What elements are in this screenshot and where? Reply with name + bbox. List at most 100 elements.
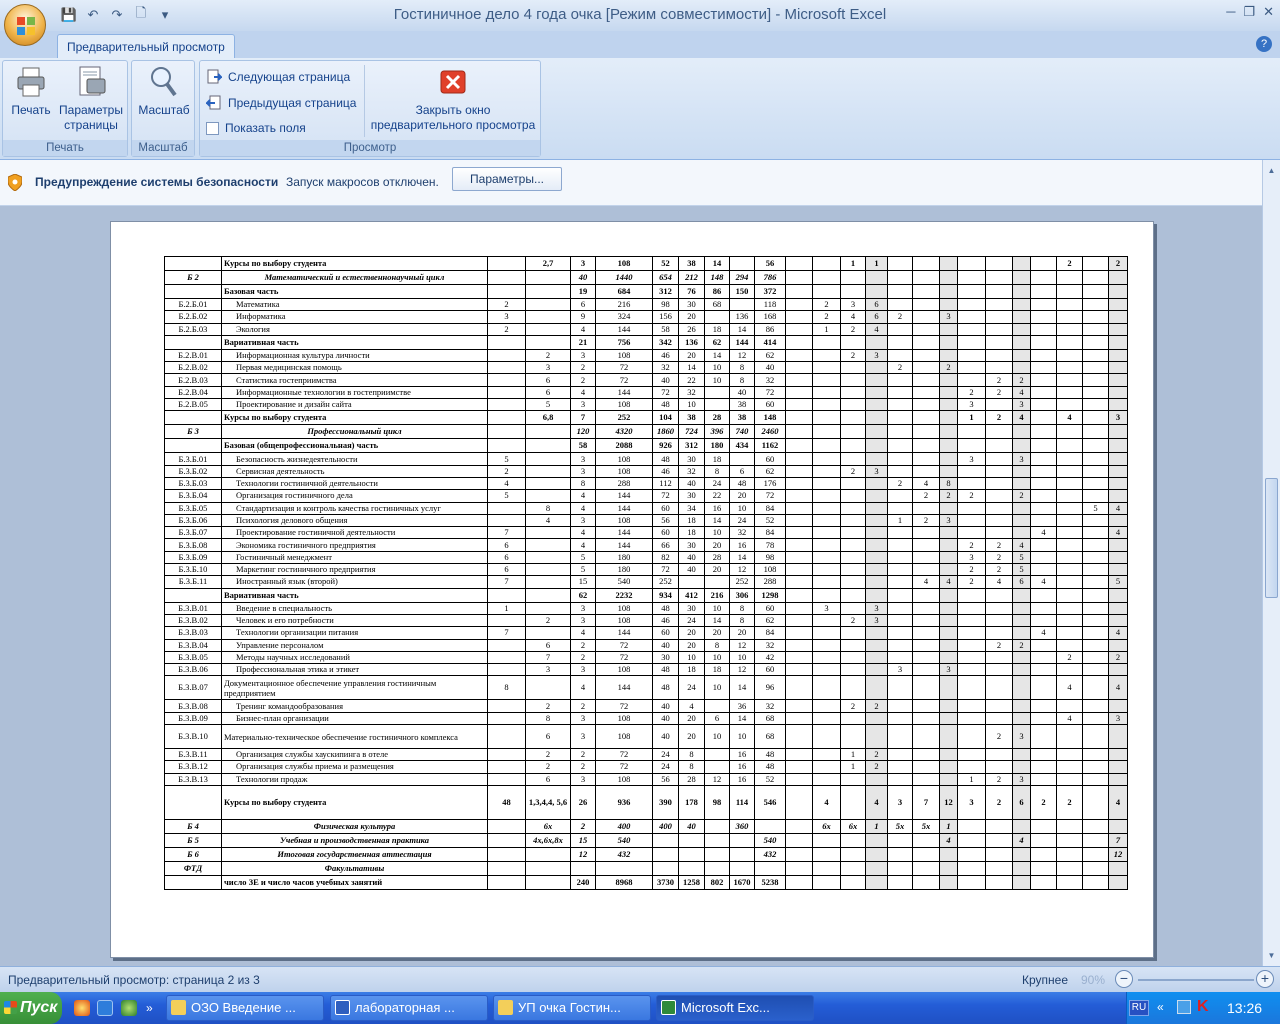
- cell-code: Б 6: [164, 846, 222, 862]
- cell-value: [1012, 601, 1031, 615]
- cell-value: 24: [652, 748, 679, 762]
- cell-value: [704, 846, 730, 862]
- cell-value: [1108, 334, 1128, 350]
- cell-value: 4: [1108, 526, 1128, 540]
- next-page-button[interactable]: Следующая страница: [206, 67, 350, 87]
- security-options-button[interactable]: Параметры...: [452, 167, 562, 191]
- cell-value: [487, 398, 526, 412]
- scroll-up-icon[interactable]: ▲: [1263, 162, 1280, 179]
- scroll-down-icon[interactable]: ▼: [1263, 947, 1280, 964]
- previous-page-button[interactable]: Предыдущая страница: [206, 93, 356, 113]
- cell-value: [812, 410, 841, 426]
- page-setup-button[interactable]: Параметры страницы: [57, 65, 125, 133]
- cell-value: 1860: [652, 424, 679, 440]
- print-button[interactable]: Печать: [9, 65, 53, 118]
- cell-value: 56: [652, 513, 679, 528]
- cell-value: [1012, 650, 1031, 665]
- cell-value: 1: [939, 818, 958, 834]
- task-folder-up[interactable]: УП очка Гостин...: [493, 995, 651, 1021]
- cell-value: 108: [595, 452, 653, 466]
- cell-value: [1056, 501, 1083, 515]
- table-row: Курсы по выбору студента 2,7 3 108 52 38 14 56 1…: [164, 256, 1128, 271]
- zoom-in-label[interactable]: Крупнее: [1022, 973, 1068, 987]
- cell-value: [1056, 626, 1083, 640]
- cell-value: [957, 699, 986, 713]
- tray-expand-icon[interactable]: «: [1157, 1000, 1164, 1014]
- cell-value: [785, 638, 813, 652]
- language-indicator[interactable]: RU: [1129, 1000, 1149, 1016]
- cell-value: [939, 760, 958, 774]
- cell-value: [912, 361, 940, 375]
- cell-value: [812, 385, 841, 400]
- tab-print-preview[interactable]: Предварительный просмотр: [57, 34, 235, 58]
- cell-value: [985, 832, 1013, 848]
- zoom-button[interactable]: Масштаб: [136, 65, 192, 118]
- cell-value: [957, 846, 986, 862]
- zoom-in-icon[interactable]: +: [1256, 970, 1274, 988]
- security-warning-bar: Предупреждение системы безопасности Запу…: [0, 160, 1270, 206]
- browser-icon[interactable]: [74, 1000, 90, 1016]
- cell-value: 38: [678, 256, 705, 271]
- cell-value: [939, 270, 958, 285]
- task-word-lab[interactable]: лабораторная ...: [330, 995, 488, 1021]
- cell-value: [1056, 452, 1083, 466]
- cell-value: 18: [678, 663, 705, 677]
- cell-value: 15: [570, 575, 596, 589]
- antivirus-icon[interactable]: K: [1197, 998, 1209, 1016]
- zoom-slider[interactable]: [1138, 979, 1254, 981]
- cell-code: Б.2.Б.02: [164, 310, 222, 324]
- office-button[interactable]: [4, 4, 46, 46]
- cell-value: 5: [487, 452, 526, 466]
- cell-value: 8: [570, 476, 596, 491]
- cell-value: [812, 650, 841, 665]
- help-icon[interactable]: ?: [1256, 36, 1272, 52]
- cell-value: [704, 699, 730, 713]
- task-excel[interactable]: Microsoft Exc...: [656, 995, 814, 1021]
- cell-value: [1082, 846, 1109, 862]
- close-icon[interactable]: ✕: [1263, 4, 1274, 20]
- cell-value: 312: [652, 284, 679, 299]
- cell-value: 4: [865, 784, 888, 820]
- cell-value: [887, 699, 913, 713]
- task-folder-ozo[interactable]: ОЗО Введение ...: [166, 995, 324, 1021]
- cell-value: 4: [1056, 410, 1083, 426]
- network-icon[interactable]: [1177, 1000, 1191, 1014]
- cell-value: [1108, 297, 1128, 312]
- cell-value: 3: [570, 663, 596, 677]
- cell-discipline: число ЗЕ и число часов учебных занятий: [221, 874, 488, 890]
- cell-value: [812, 613, 841, 628]
- vertical-scrollbar[interactable]: ▲ ▼: [1262, 160, 1280, 966]
- minimize-icon[interactable]: ─: [1226, 4, 1235, 20]
- start-button[interactable]: Пуск: [0, 992, 62, 1024]
- cell-value: 7: [1108, 832, 1128, 848]
- cell-value: [525, 489, 571, 503]
- cell-code: Б 5: [164, 832, 222, 848]
- cell-discipline: Методы научных исследований: [221, 650, 488, 665]
- cell-value: 2460: [754, 424, 786, 440]
- cell-value: [865, 711, 888, 726]
- cell-value: 60: [652, 526, 679, 540]
- cell-value: 108: [595, 256, 653, 271]
- cell-value: [957, 348, 986, 363]
- cell-value: 3: [865, 601, 888, 615]
- cell-value: [785, 526, 813, 540]
- close-preview-button[interactable]: Закрыть окно предварительного просмотра: [368, 65, 538, 133]
- quick-launch-expand-icon[interactable]: »: [146, 1000, 158, 1016]
- cell-value: [912, 760, 940, 774]
- restore-icon[interactable]: ❐: [1243, 4, 1255, 20]
- media-icon[interactable]: [121, 1000, 137, 1016]
- zoom-out-icon[interactable]: −: [1115, 970, 1133, 988]
- cell-value: 740: [729, 424, 755, 440]
- cell-value: [840, 563, 866, 577]
- system-tray: RU « K 13:26: [1126, 992, 1280, 1024]
- cell-value: [1108, 513, 1128, 528]
- scroll-thumb[interactable]: [1265, 478, 1278, 598]
- cell-value: 19: [570, 284, 596, 299]
- show-margins-checkbox[interactable]: Показать поля: [206, 118, 306, 138]
- cell-value: [1082, 361, 1109, 375]
- cell-value: 108: [595, 772, 653, 786]
- cell-value: [1030, 846, 1057, 862]
- cell-value: 8: [678, 748, 705, 762]
- cell-value: 108: [595, 724, 653, 750]
- email-icon[interactable]: [97, 1000, 113, 1016]
